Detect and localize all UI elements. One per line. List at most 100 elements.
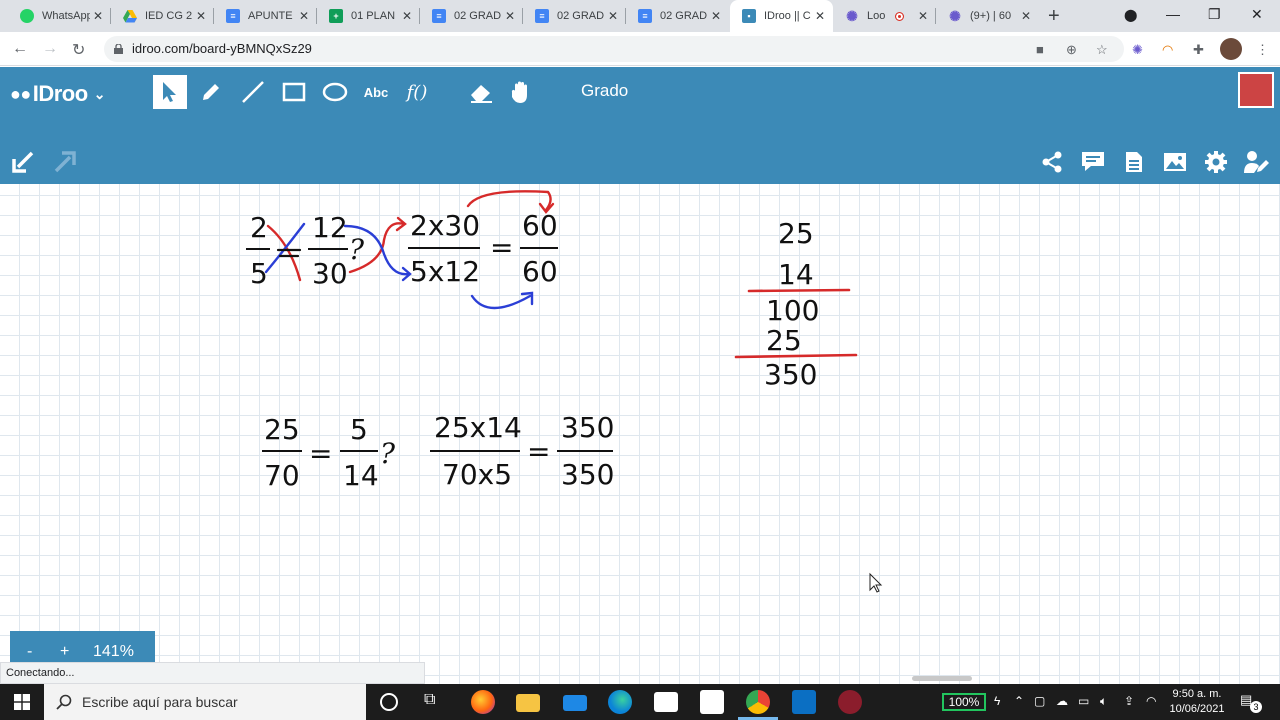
back-arrow-icon[interactable]: ← — [12, 40, 28, 58]
mail-icon[interactable] — [563, 695, 587, 711]
network-icon[interactable]: ▭ — [1078, 694, 1089, 708]
wifi-icon[interactable]: ◠ — [1146, 694, 1156, 708]
docs-icon: ≡ — [432, 9, 446, 23]
app-brand-name: IDroo — [32, 81, 88, 106]
chat-icon[interactable] — [1080, 149, 1106, 175]
text-tool[interactable]: Abc — [359, 75, 393, 109]
close-icon[interactable]: ✕ — [505, 9, 515, 23]
zoom-icon[interactable]: ⊕ — [1066, 42, 1077, 58]
ink-annotations — [264, 190, 883, 593]
clock-date: 10/06/2021 — [1169, 703, 1225, 715]
edge-icon[interactable] — [608, 690, 632, 714]
close-window-button[interactable]: ✕ — [1251, 6, 1263, 23]
idroo-icon: ▪ — [742, 9, 756, 23]
whatsapp-icon — [20, 9, 34, 23]
close-icon[interactable]: ✕ — [299, 9, 309, 23]
share-icon[interactable] — [1039, 149, 1065, 175]
zoom-out-button[interactable]: - — [27, 643, 32, 661]
horizontal-scrollbar[interactable] — [912, 676, 972, 681]
upload-cloud-icon[interactable]: ⇪ — [1124, 694, 1134, 708]
ink-blue-arrow — [343, 224, 410, 276]
tab-drive[interactable]: IED CG 2 ✕ — [111, 0, 214, 32]
battery-charge-icon: ϟ — [994, 694, 1001, 708]
reload-icon[interactable]: ↻ — [72, 40, 85, 60]
tab-whatsapp[interactable]: WhatsApp ✕ — [8, 0, 111, 32]
meet-now-icon[interactable]: ▢ — [1034, 694, 1045, 708]
notifications-button[interactable]: ▤ 3 — [1240, 692, 1262, 713]
select-tool[interactable] — [153, 75, 187, 109]
close-icon[interactable]: ✕ — [93, 9, 103, 23]
file-explorer-icon[interactable] — [516, 694, 540, 712]
extension-rainbow-icon[interactable]: ◠ — [1162, 42, 1173, 58]
new-tab-button[interactable]: + — [1048, 6, 1060, 26]
pan-tool[interactable] — [505, 75, 539, 109]
volume-icon[interactable]: 🔈︎ — [1100, 694, 1107, 709]
ink-blue-cross-stroke — [264, 222, 306, 274]
tray-expand-icon[interactable]: ⌃ — [1014, 694, 1024, 708]
tab-docs-grado-2[interactable]: ≡ 02 GRAD ✕ — [523, 0, 626, 32]
image-icon[interactable] — [1162, 149, 1188, 175]
chrome-icon[interactable] — [746, 690, 770, 714]
formula-tool[interactable]: f() — [400, 75, 434, 109]
formula-tool-label: f() — [406, 81, 428, 103]
bookmark-star-icon[interactable]: ☆ — [1096, 42, 1108, 58]
task-view-icon[interactable]: ⧉ — [424, 691, 448, 715]
photos-app-icon[interactable] — [792, 690, 816, 714]
close-icon[interactable]: ✕ — [1021, 9, 1031, 23]
taskbar-search-box[interactable]: Escribe aquí para buscar — [44, 684, 366, 720]
app-brand-menu[interactable]: ●● IDroo ⌄ — [10, 81, 105, 107]
whiteboard-canvas[interactable]: 2 5 12 30 ? 2x30 5x12 = 60 60 25 70 = 5 … — [0, 184, 1280, 684]
tab-notifications[interactable]: ✺ (9+) | 60 ✕ — [936, 0, 1039, 32]
camera-icon[interactable]: ■ — [1036, 42, 1044, 57]
close-icon[interactable]: ✕ — [815, 9, 825, 23]
settings-gear-icon[interactable] — [1203, 149, 1229, 175]
pencil-tool[interactable] — [194, 75, 228, 109]
firefox-icon[interactable] — [471, 690, 495, 714]
url-field[interactable]: idroo.com/board-yBMNQxSz29 — [104, 36, 1124, 62]
expand-arrow-icon[interactable] — [52, 149, 78, 175]
tab-docs-apunte[interactable]: ≡ APUNTE ✕ — [214, 0, 317, 32]
start-button[interactable] — [0, 684, 44, 720]
recorder-app-icon[interactable] — [838, 690, 862, 714]
onedrive-cloud-icon[interactable]: ☁ — [1056, 694, 1068, 708]
menu-kebab-icon[interactable]: ⋮ — [1256, 42, 1269, 58]
eraser-icon — [471, 85, 492, 103]
close-icon[interactable]: ✕ — [196, 9, 206, 23]
profile-avatar[interactable] — [1220, 38, 1242, 60]
sheets-icon: + — [329, 9, 343, 23]
settings-app-icon[interactable] — [700, 690, 724, 714]
system-clock[interactable]: 9:50 a. m. 10/06/2021 — [1162, 687, 1232, 717]
forward-arrow-icon[interactable]: → — [42, 40, 58, 58]
battery-indicator[interactable]: 100% — [942, 693, 986, 711]
hand-icon — [511, 81, 527, 103]
user-edit-icon[interactable] — [1243, 149, 1269, 175]
tab-docs-grado-3[interactable]: ≡ 02 GRAD ✕ — [626, 0, 729, 32]
restore-button[interactable]: ❐ — [1208, 6, 1221, 23]
board-title[interactable]: Grado — [581, 81, 628, 101]
tab-idroo[interactable]: ▪ IDroo || C ✕ — [730, 0, 833, 32]
cortana-icon[interactable] — [380, 693, 398, 711]
people-logo-icon: ●● — [10, 83, 31, 104]
ellipse-tool[interactable] — [318, 75, 352, 109]
close-icon[interactable]: ✕ — [711, 9, 721, 23]
cursor-arrow-icon — [163, 82, 176, 102]
tab-docs-grado-1[interactable]: ≡ 02 GRAD ✕ — [420, 0, 523, 32]
extensions-puzzle-icon[interactable]: ✚ — [1193, 42, 1204, 58]
tab-search-icon[interactable]: ⬤ — [1124, 8, 1137, 22]
tab-loom[interactable]: ✺ Loo ✕ — [833, 0, 936, 32]
close-icon[interactable]: ✕ — [608, 9, 618, 23]
tab-sheets-plan[interactable]: + 01 PLAN ✕ — [317, 0, 420, 32]
close-icon[interactable]: ✕ — [402, 9, 412, 23]
minimize-button[interactable]: — — [1166, 6, 1180, 22]
store-icon[interactable] — [654, 692, 678, 712]
line-tool[interactable] — [236, 75, 270, 109]
eraser-tool[interactable] — [464, 75, 498, 109]
recording-icon — [895, 11, 904, 21]
document-icon[interactable] — [1121, 149, 1147, 175]
zoom-in-button[interactable]: + — [60, 643, 69, 661]
collapse-arrow-icon[interactable] — [10, 149, 36, 175]
extension-loom-icon[interactable]: ✺ — [1132, 42, 1143, 58]
close-icon[interactable]: ✕ — [918, 9, 928, 23]
rectangle-tool[interactable] — [277, 75, 311, 109]
user-video-thumbnail[interactable] — [1238, 72, 1274, 108]
